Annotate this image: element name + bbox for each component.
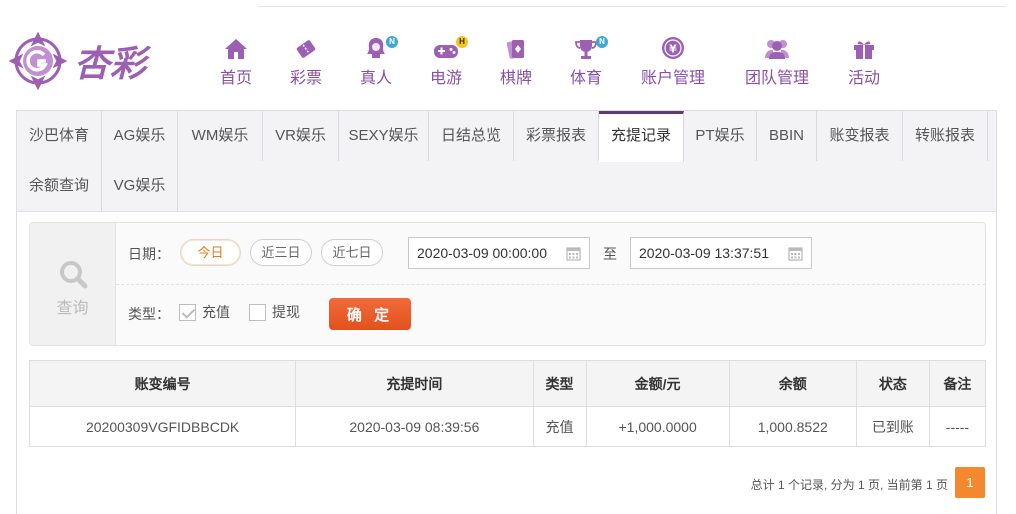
col-header: 账变编号 [28,360,297,407]
range-today-button[interactable]: 今日 [180,239,241,266]
hot-badge: H [456,36,468,48]
tab-ag[interactable]: AG娱乐 [102,111,178,161]
record-amount-cell: +1,000.0000 [585,406,730,447]
end-date-value: 2020-03-09 13:37:51 [639,245,769,261]
tab-deposit-withdraw[interactable]: 充提记录 [599,111,684,162]
record-remark-cell: ----- [928,406,987,447]
nav-live[interactable]: N 真人 [357,34,398,90]
col-header: 余额 [728,360,857,407]
tab-balance-query[interactable]: 余额查询 [17,161,102,211]
confirm-button[interactable]: 确 定 [329,298,411,330]
tab-bbin[interactable]: BBIN [757,111,817,161]
svg-text:¥: ¥ [669,43,677,56]
lottery-ticket-icon [287,34,325,60]
tab-vr[interactable]: VR娱乐 [263,111,339,161]
query-sidebar: 查询 [30,223,116,345]
checkbox-box[interactable] [179,303,196,321]
gamepad-icon: H [427,34,468,60]
brand-logo[interactable]: 杏彩 [8,30,168,92]
report-tabs: 沙巴体育 AG娱乐 WM娱乐 VR娱乐 SEXY娱乐 日结总览 彩票报表 充提记… [17,111,996,212]
nav-label: 团队管理 [744,70,809,87]
nav-sports[interactable]: N 体育 [567,34,608,90]
tab-saba-sports[interactable]: 沙巴体育 [17,111,102,161]
tab-pt[interactable]: PT娱乐 [684,111,757,161]
record-status-cell: 已到账 [855,406,930,447]
calendar-icon [788,247,803,261]
record-type-cell: 充值 [532,406,587,447]
records-table: 账变编号 充提时间 类型 金额/元 余额 状态 备注 20200309VGFID… [28,360,987,447]
tab-wm[interactable]: WM娱乐 [178,111,263,161]
start-date-value: 2020-03-09 00:00:00 [417,245,547,261]
logo-text: 杏彩 [74,43,147,85]
nav-chess-cards[interactable]: 棋牌 [497,34,535,90]
nav-label: 活动 [847,70,880,87]
start-date-input[interactable]: 2020-03-09 00:00:00 [408,237,590,269]
range-3days-button[interactable]: 近三日 [250,239,312,266]
home-icon [217,34,255,60]
search-icon [59,261,87,289]
gift-icon [845,34,883,60]
type-deposit-label: 充值 [202,304,230,320]
type-deposit-checkbox[interactable]: 充值 [179,302,230,322]
new-badge: N [596,36,608,48]
tab-lottery-report[interactable]: 彩票报表 [514,111,599,161]
col-header: 充提时间 [295,360,534,407]
end-date-input[interactable]: 2020-03-09 13:37:51 [630,237,812,269]
header-top-rule [258,6,1006,7]
team-icon [742,34,812,60]
type-withdraw-checkbox[interactable]: 提现 [249,302,300,322]
record-time-cell: 2020-03-09 08:39:56 [295,406,534,447]
col-header: 状态 [855,360,930,407]
query-label: 查询 [56,300,89,317]
nav-label: 电游 [429,70,462,87]
col-header: 类型 [532,360,587,407]
tab-account-change[interactable]: 账变报表 [817,111,903,161]
record-balance-cell: 1,000.8522 [728,406,857,447]
type-withdraw-label: 提现 [272,304,300,320]
col-header: 金额/元 [585,360,730,407]
page-1-button[interactable]: 1 [955,467,985,498]
records-panel: 沙巴体育 AG娱乐 WM娱乐 VR娱乐 SEXY娱乐 日结总览 彩票报表 充提记… [16,110,997,514]
nav-egames[interactable]: H 电游 [427,34,468,90]
calendar-icon [566,247,581,261]
nav-label: 账户管理 [640,70,705,87]
tab-sexy[interactable]: SEXY娱乐 [339,111,429,161]
nav-label: 彩票 [289,70,322,87]
table-row: 20200309VGFIDBBCDK 2020-03-09 08:39:56 充… [28,406,987,447]
nav-label: 首页 [219,70,252,87]
to-label: 至 [603,246,617,262]
col-header: 备注 [928,360,987,407]
query-filter: 查询 日期： 今日 近三日 近七日 2020-03-09 00:00:00 至 … [29,222,986,346]
nav-label: 棋牌 [499,70,532,87]
filter-divider [116,284,985,285]
nav-team[interactable]: 团队管理 [742,34,812,90]
nav-label: 体育 [569,70,602,87]
nav-lottery[interactable]: 彩票 [287,34,325,90]
range-7days-button[interactable]: 近七日 [321,239,383,266]
pagination-summary: 总计 1 个记录, 分为 1 页, 当前第 1 页 [750,478,948,492]
trophy-icon: N [567,34,608,60]
tab-vg[interactable]: VG娱乐 [102,161,178,211]
cards-icon [497,34,535,60]
nav-home[interactable]: 首页 [217,34,255,90]
logo-emblem-icon [8,31,68,91]
date-label: 日期： [128,246,170,262]
nav-label: 真人 [359,70,392,87]
table-header-row: 账变编号 充提时间 类型 金额/元 余额 状态 备注 [28,360,987,407]
account-coin-icon: ¥ [638,34,708,60]
nav-promotions[interactable]: 活动 [845,34,883,90]
tab-transfer-report[interactable]: 转账报表 [903,111,988,161]
record-id-cell: 20200309VGFIDBBCDK [28,406,297,447]
type-label: 类型： [128,306,170,322]
tab-daily-summary[interactable]: 日结总览 [429,111,514,161]
new-badge: N [386,36,398,48]
checkbox-box[interactable] [249,303,266,321]
live-dealer-icon: N [357,34,398,60]
nav-account[interactable]: ¥ 账户管理 [638,34,708,90]
